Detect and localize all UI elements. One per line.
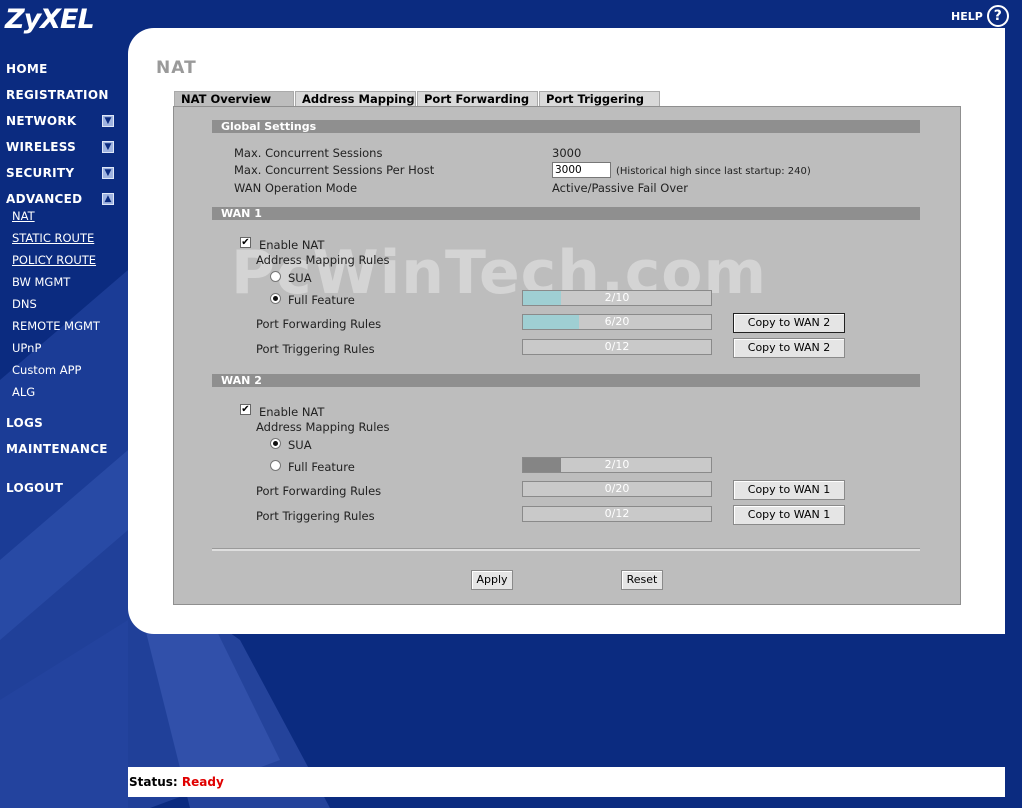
status-bar: Status: Ready (128, 767, 1005, 797)
help-label: HELP (951, 9, 983, 23)
chevron-down-icon[interactable]: ▼ (102, 141, 114, 153)
wan2-pt-copy-button[interactable]: Copy to WAN 1 (733, 505, 845, 525)
nav-registration[interactable]: REGISTRATION (6, 88, 109, 102)
apply-button[interactable]: Apply (471, 570, 513, 590)
nav-sub-bw-mgmt[interactable]: BW MGMT (12, 275, 70, 289)
nav-sub-dns[interactable]: DNS (12, 297, 37, 311)
per-host-input[interactable]: 3000 (552, 162, 611, 178)
global-settings-header: Global Settings (212, 120, 920, 133)
nav-home[interactable]: HOME (6, 62, 48, 76)
bar-text: 0/12 (604, 340, 630, 353)
wan1-pt-copy-button[interactable]: Copy to WAN 2 (733, 338, 845, 358)
wan1-sua-label: SUA (288, 271, 312, 285)
bar-text: 0/20 (604, 482, 630, 495)
nav-sub-remote-mgmt[interactable]: REMOTE MGMT (12, 319, 100, 333)
divider (212, 548, 920, 551)
nav-logout[interactable]: LOGOUT (6, 481, 63, 495)
chevron-down-icon[interactable]: ▼ (102, 167, 114, 179)
max-sessions-label: Max. Concurrent Sessions (234, 146, 383, 160)
status-label: Status: (129, 775, 178, 789)
bar-text: 6/20 (604, 315, 630, 328)
page-title: NAT (156, 58, 197, 78)
zyxel-logo: ZyXEL (5, 4, 95, 35)
wan-mode-value: Active/Passive Fail Over (552, 181, 688, 195)
chevron-down-icon[interactable]: ▼ (102, 115, 114, 127)
per-host-label: Max. Concurrent Sessions Per Host (234, 163, 435, 177)
nav-wireless[interactable]: WIRELESS (6, 140, 76, 154)
wan2-pt-usage-bar: 0/12 (522, 506, 712, 522)
wan1-pf-copy-button[interactable]: Copy to WAN 2 (733, 313, 845, 333)
tab-port-triggering[interactable]: Port Triggering (539, 91, 660, 106)
bar-text: 0/12 (604, 507, 630, 520)
wan1-enable-nat-checkbox[interactable]: ✔ (240, 237, 251, 248)
wan1-full-feature-radio[interactable] (270, 293, 281, 304)
nav-network[interactable]: NETWORK (6, 114, 77, 128)
wan1-pf-usage-bar: 6/20 (522, 314, 712, 330)
wan1-enable-nat-label: Enable NAT (259, 238, 325, 252)
nav-sub-nat[interactable]: NAT (12, 209, 35, 223)
status-value: Ready (181, 775, 224, 789)
nav-sub-policy-route[interactable]: POLICY ROUTE (12, 253, 96, 267)
nav-advanced[interactable]: ADVANCED (6, 192, 82, 206)
nav-sub-upnp[interactable]: UPnP (12, 341, 41, 355)
wan1-sua-radio[interactable] (270, 271, 281, 282)
wan-mode-label: WAN Operation Mode (234, 181, 358, 195)
wan2-pf-usage-bar: 0/20 (522, 481, 712, 497)
wan2-addr-rules-label: Address Mapping Rules (256, 420, 390, 434)
wan2-addr-usage-bar: 2/10 (522, 457, 712, 473)
wan2-header: WAN 2 (212, 374, 920, 387)
wan2-enable-nat-label: Enable NAT (259, 405, 325, 419)
wan1-addr-usage-bar: 2/10 (522, 290, 712, 306)
chevron-up-icon[interactable]: ▲ (102, 193, 114, 205)
wan1-pt-label: Port Triggering Rules (256, 342, 375, 356)
tab-address-mapping[interactable]: Address Mapping (295, 91, 416, 106)
wan1-header: WAN 1 (212, 207, 920, 220)
nav-sub-static-route[interactable]: STATIC ROUTE (12, 231, 94, 245)
tab-port-forwarding[interactable]: Port Forwarding (417, 91, 538, 106)
wan2-pf-copy-button[interactable]: Copy to WAN 1 (733, 480, 845, 500)
bar-text: 2/10 (604, 291, 630, 304)
wan2-sua-radio[interactable] (270, 438, 281, 449)
wan1-pt-usage-bar: 0/12 (522, 339, 712, 355)
tab-nat-overview[interactable]: NAT Overview (174, 91, 294, 106)
wan2-pf-label: Port Forwarding Rules (256, 484, 382, 498)
nav-maintenance[interactable]: MAINTENANCE (6, 442, 108, 456)
nav-sub-alg[interactable]: ALG (12, 385, 35, 399)
wan2-full-feature-radio[interactable] (270, 460, 281, 471)
help-icon: ? (986, 5, 1009, 27)
wan2-full-feature-label: Full Feature (288, 460, 355, 474)
wan2-enable-nat-checkbox[interactable]: ✔ (240, 404, 251, 415)
wan1-pf-label: Port Forwarding Rules (256, 317, 382, 331)
nav-security[interactable]: SECURITY (6, 166, 74, 180)
max-sessions-value: 3000 (552, 146, 582, 160)
help-link[interactable]: HELP ? (951, 5, 1009, 27)
nav-sub-custom-app[interactable]: Custom APP (12, 363, 81, 377)
wan2-pt-label: Port Triggering Rules (256, 509, 375, 523)
wan1-full-feature-label: Full Feature (288, 293, 355, 307)
reset-button[interactable]: Reset (621, 570, 663, 590)
wan2-sua-label: SUA (288, 438, 312, 452)
bar-text: 2/10 (604, 458, 630, 471)
per-host-note: (Historical high since last startup: 240… (616, 166, 811, 177)
wan1-addr-rules-label: Address Mapping Rules (256, 253, 390, 267)
nav-logs[interactable]: LOGS (6, 416, 43, 430)
